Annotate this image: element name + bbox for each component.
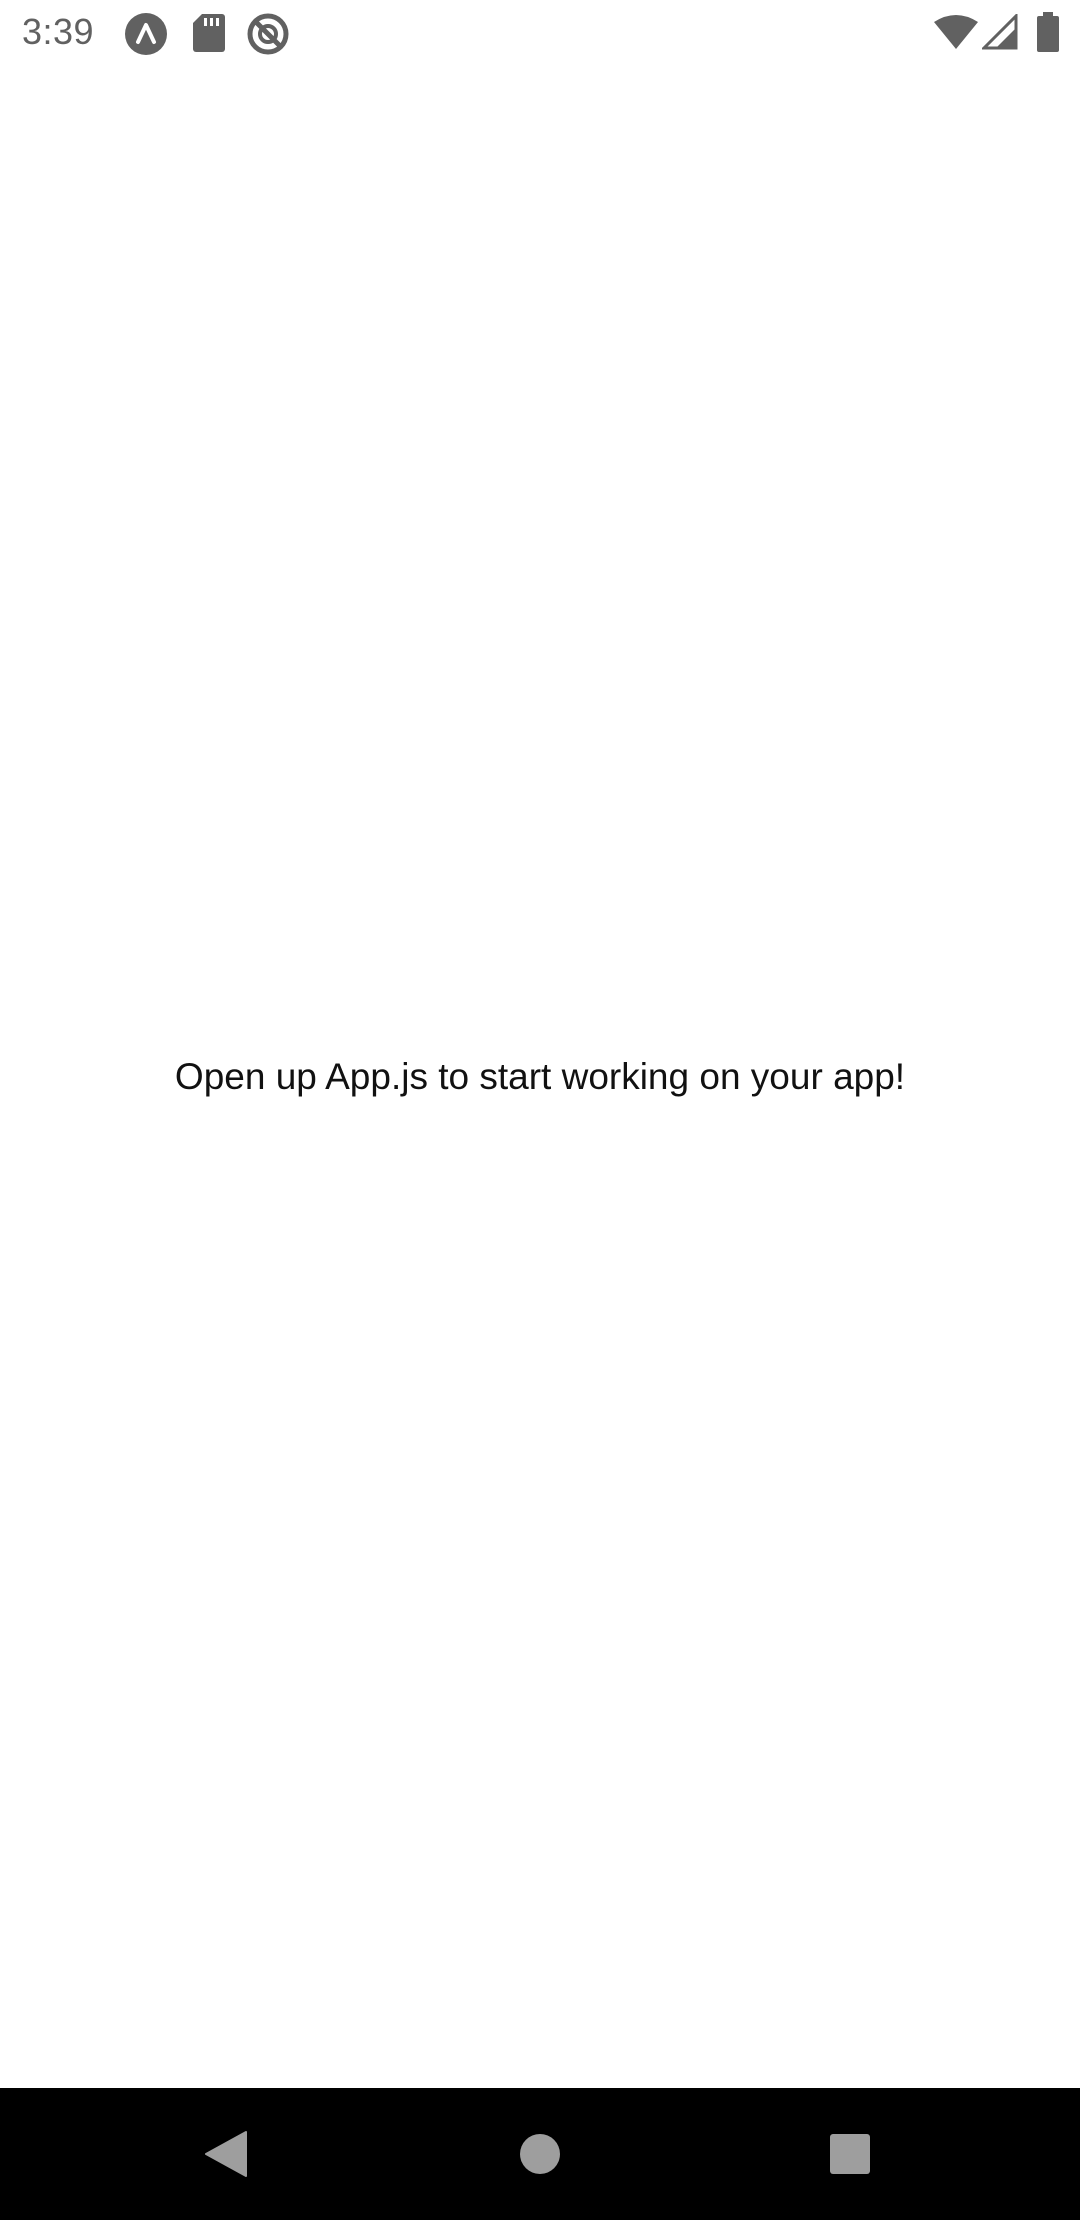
wifi-icon (934, 15, 978, 49)
cellular-signal-icon (982, 14, 1018, 50)
back-icon (205, 2131, 247, 2177)
battery-icon (1037, 12, 1059, 52)
recents-button[interactable] (770, 2088, 930, 2220)
status-time: 3:39 (22, 11, 95, 52)
back-button[interactable] (146, 2088, 306, 2220)
sd-card-icon (193, 14, 225, 52)
expo-notification-icon (125, 13, 167, 55)
status-bar: 3:39 (0, 0, 1080, 66)
home-button[interactable] (460, 2088, 620, 2220)
app-content: Open up App.js to start working on your … (0, 66, 1080, 2088)
home-icon (520, 2134, 560, 2174)
recents-icon (830, 2134, 870, 2174)
do-not-disturb-icon (247, 13, 289, 55)
navigation-bar (0, 2088, 1080, 2220)
phone-screen: 3:39 Open up App.js to start working on … (0, 0, 1080, 2220)
welcome-message: Open up App.js to start working on your … (174, 1056, 906, 1097)
